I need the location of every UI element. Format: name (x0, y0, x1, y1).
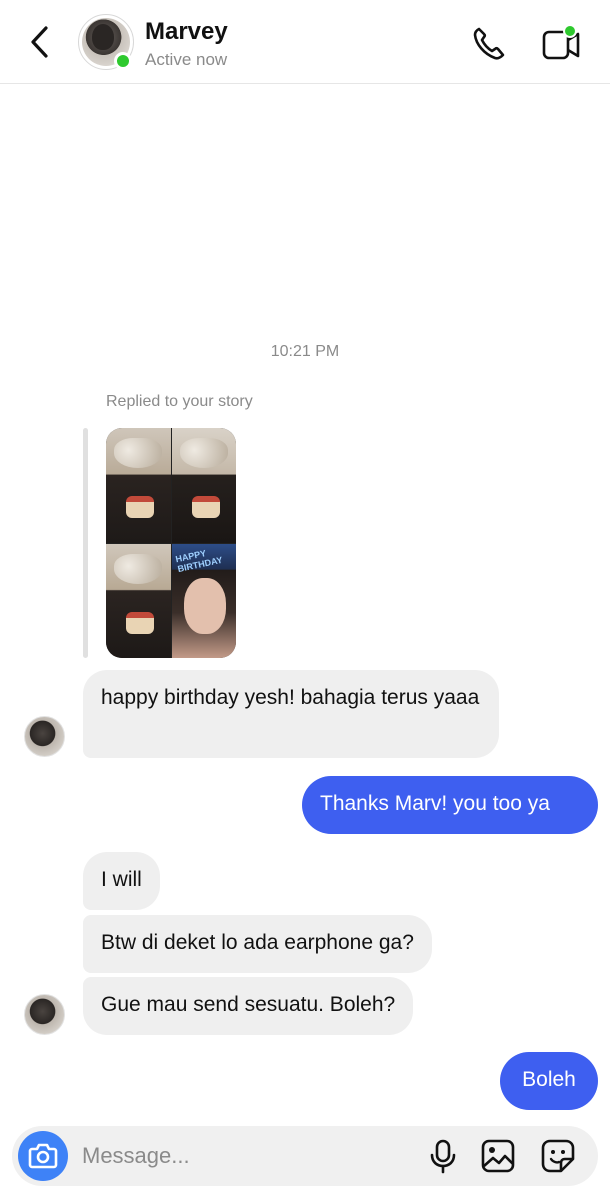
camera-button[interactable] (18, 1131, 68, 1181)
outgoing-message[interactable]: Thanks Marv! you too ya (302, 776, 598, 834)
story-photo (106, 543, 171, 658)
chat-header: Marvey Active now (0, 0, 610, 84)
story-photo: HAPPY BIRTHDAY (171, 543, 236, 658)
incoming-message[interactable]: Gue mau send sesuatu. Boleh? (83, 977, 414, 1035)
microphone-icon (426, 1138, 460, 1174)
sticker-icon (540, 1138, 576, 1174)
gallery-button[interactable] (480, 1138, 516, 1174)
incoming-message[interactable]: I will (83, 852, 160, 910)
contact-name[interactable]: Marvey (145, 18, 228, 46)
voice-call-button[interactable] (470, 24, 510, 64)
image-icon (480, 1138, 516, 1174)
message-composer (12, 1126, 598, 1186)
voice-message-button[interactable] (426, 1138, 460, 1174)
message-timestamp: 10:21 PM (270, 343, 340, 360)
incoming-message[interactable]: Btw di deket lo ada earphone ga? (83, 915, 432, 973)
contact-status: Active now (145, 50, 228, 69)
message-input[interactable] (82, 1140, 402, 1172)
outgoing-message[interactable]: Boleh (500, 1052, 598, 1110)
story-photo (106, 428, 171, 543)
sender-avatar[interactable] (24, 994, 65, 1035)
story-reply-label: Replied to your story (106, 393, 253, 410)
story-overlay-text: HAPPY BIRTHDAY (174, 547, 223, 574)
reply-indicator-bar (83, 428, 88, 658)
video-camera-icon (540, 24, 584, 64)
phone-icon (470, 24, 510, 64)
sender-avatar[interactable] (24, 716, 65, 757)
camera-icon (18, 1131, 68, 1181)
online-status-dot (114, 52, 132, 70)
video-call-button[interactable] (540, 24, 584, 64)
sticker-button[interactable] (540, 1138, 576, 1174)
story-photo (171, 428, 236, 543)
incoming-message[interactable]: happy birthday yesh! bahagia terus yaaa (83, 670, 499, 758)
story-thumbnail[interactable]: HAPPY BIRTHDAY (106, 428, 236, 658)
back-button[interactable] (26, 24, 56, 60)
chevron-left-icon (26, 24, 56, 60)
